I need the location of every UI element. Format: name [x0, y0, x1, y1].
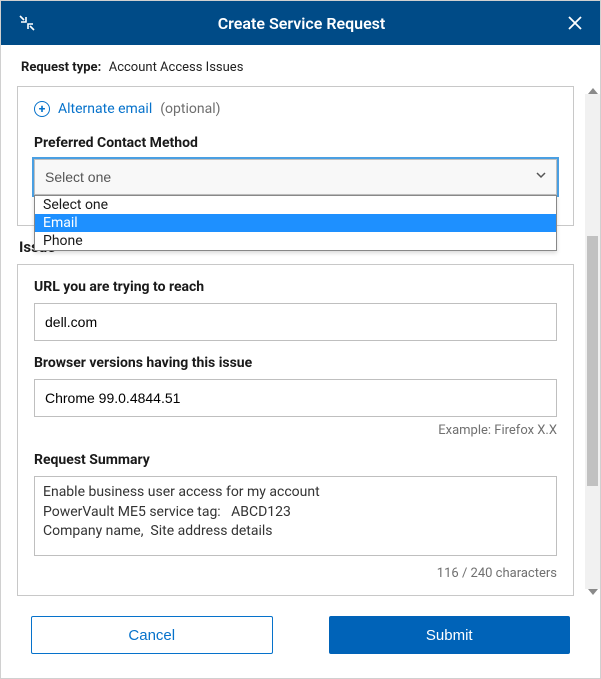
collapse-icon[interactable]	[15, 11, 39, 35]
scrollbar-thumb[interactable]	[587, 236, 598, 486]
request-type-label: Request type:	[21, 60, 101, 75]
request-type-value: Account Access Issues	[109, 60, 244, 75]
cancel-button[interactable]: Cancel	[31, 616, 273, 654]
dropdown-option-select-one[interactable]: Select one	[35, 196, 556, 214]
browser-hint: Example: Firefox X.X	[34, 423, 557, 438]
modal-header: Create Service Request	[1, 1, 600, 45]
modal-footer: Cancel Submit	[1, 597, 600, 678]
browser-input[interactable]	[34, 379, 557, 417]
browser-label: Browser versions having this issue	[34, 355, 557, 371]
submit-button[interactable]: Submit	[329, 616, 571, 654]
preferred-contact-label: Preferred Contact Method	[34, 135, 557, 151]
create-service-request-modal: Create Service Request Request type: Acc…	[0, 0, 601, 679]
alternate-email-optional: (optional)	[160, 101, 220, 117]
plus-circle-icon[interactable]: +	[34, 101, 50, 117]
close-icon[interactable]	[564, 12, 586, 34]
request-type-bar: Request type: Account Access Issues	[1, 45, 600, 86]
summary-label: Request Summary	[34, 452, 557, 468]
dropdown-option-phone[interactable]: Phone	[35, 232, 556, 250]
alternate-email-link[interactable]: Alternate email	[58, 101, 152, 117]
preferred-contact-dropdown: Select one Email Phone	[34, 195, 557, 251]
contact-card: + Alternate email (optional) Preferred C…	[17, 86, 574, 226]
scrollbar-arrow-down-icon[interactable]	[585, 587, 600, 597]
preferred-contact-select[interactable]: Select one	[34, 159, 557, 195]
dropdown-option-email[interactable]: Email	[35, 214, 556, 232]
url-label: URL you are trying to reach	[34, 279, 557, 295]
summary-charcount: 116 / 240 characters	[34, 566, 557, 581]
vertical-scrollbar[interactable]	[585, 86, 600, 597]
url-input[interactable]	[34, 303, 557, 341]
issue-card: URL you are trying to reach Browser vers…	[17, 264, 574, 596]
modal-title: Create Service Request	[39, 14, 564, 33]
summary-textarea[interactable]	[34, 476, 557, 556]
